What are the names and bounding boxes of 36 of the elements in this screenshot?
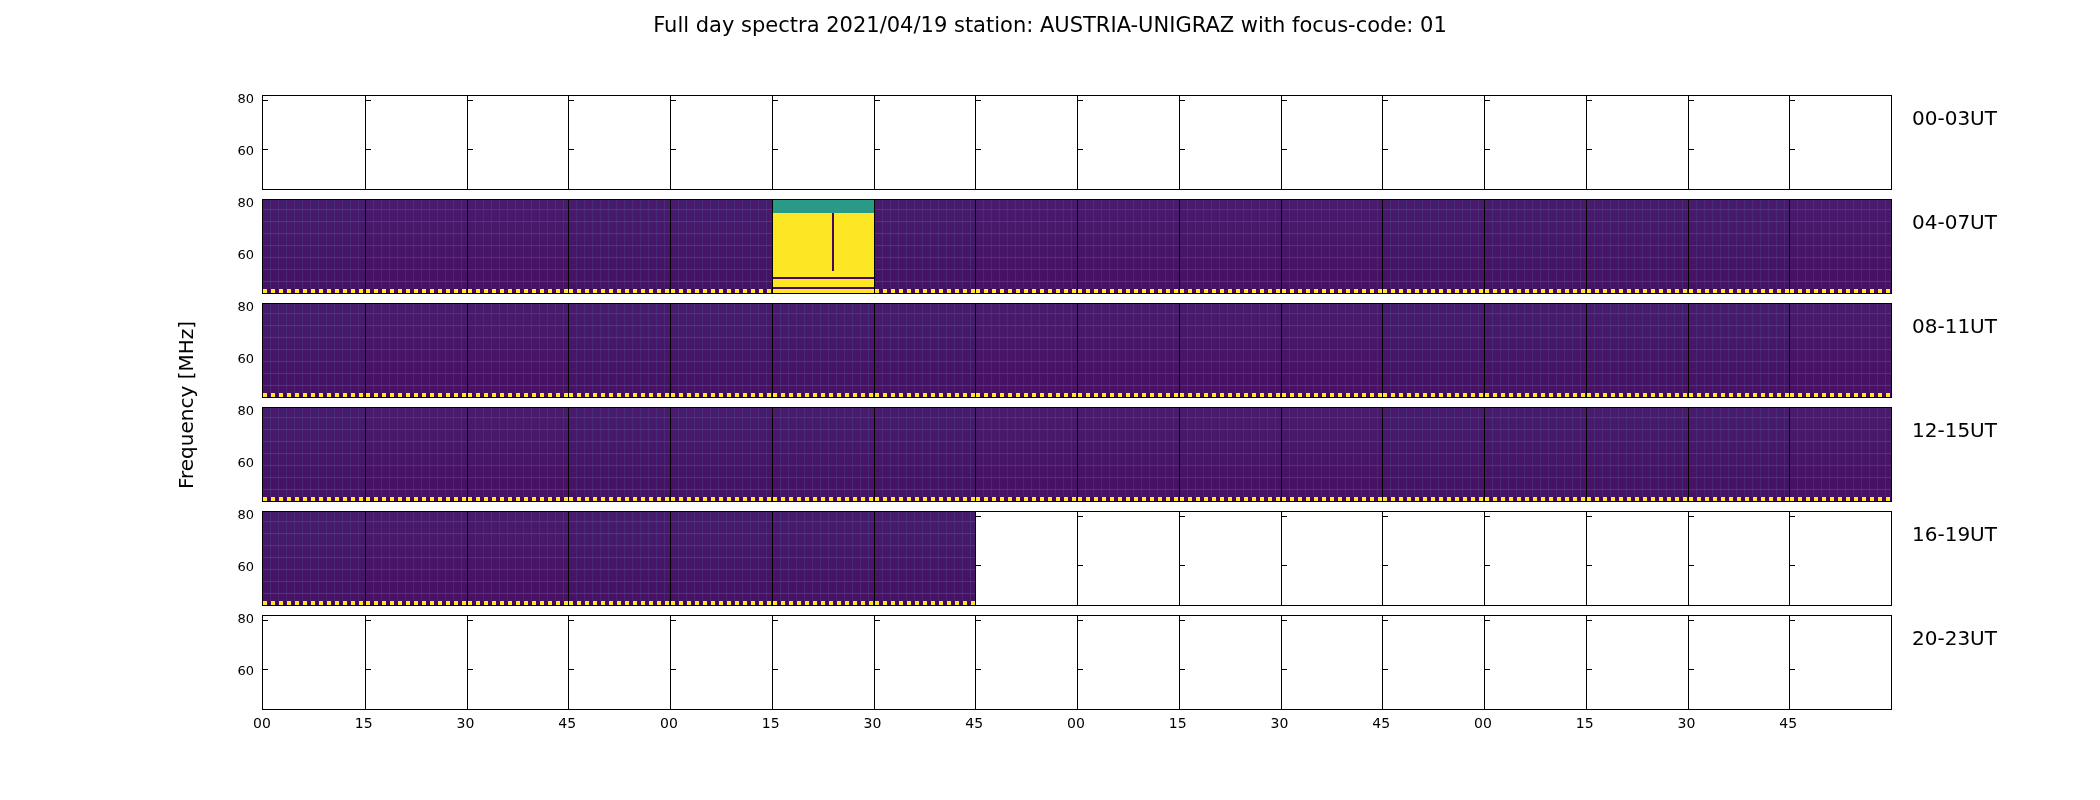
- x-tick-label: 45: [1372, 715, 1391, 731]
- y-tick-label: 80: [237, 404, 254, 418]
- y-axis-label: Frequency [MHz]: [173, 320, 198, 490]
- x-tick-label: 30: [863, 715, 882, 731]
- x-tick-label: 45: [1779, 715, 1798, 731]
- row-time-label: 20-23UT: [1911, 625, 1997, 652]
- y-tick-label: 80: [237, 508, 254, 522]
- x-tick-label: 45: [965, 715, 984, 731]
- row-time-label: 16-19UT: [1911, 521, 1997, 548]
- y-tick-label: 80: [237, 612, 254, 626]
- x-tick-label: 30: [1270, 715, 1289, 731]
- x-tick-label: 30: [1677, 715, 1696, 731]
- y-tick-label: 60: [237, 352, 254, 366]
- figure-title: Full day spectra 2021/04/19 station: AUSTRIA-UNIGRAZ with focus-code: 01: [652, 13, 1448, 39]
- y-tick-label: 60: [237, 560, 254, 574]
- x-tick-label: 00: [660, 715, 678, 731]
- y-tick-label: 60: [237, 664, 254, 678]
- x-tick-label: 00: [1474, 715, 1492, 731]
- x-tick-label: 15: [1575, 715, 1594, 731]
- x-tick-label: 15: [761, 715, 780, 731]
- x-tick-label: 15: [1168, 715, 1187, 731]
- x-tick-label: 45: [558, 715, 577, 731]
- row-time-label: 00-03UT: [1911, 105, 1997, 132]
- y-tick-label: 60: [237, 248, 254, 262]
- y-tick-label: 80: [237, 196, 254, 210]
- x-tick-label: 15: [354, 715, 373, 731]
- row-time-label: 04-07UT: [1911, 209, 1997, 236]
- y-tick-label: 60: [237, 144, 254, 158]
- y-tick-label: 80: [237, 300, 254, 314]
- row-time-label: 12-15UT: [1911, 417, 1997, 444]
- x-tick-label: 30: [456, 715, 475, 731]
- x-tick-label: 00: [1067, 715, 1085, 731]
- y-tick-label: 80: [237, 92, 254, 106]
- x-tick-label: 00: [253, 715, 271, 731]
- row-time-label: 08-11UT: [1911, 313, 1997, 340]
- y-tick-label: 60: [237, 456, 254, 470]
